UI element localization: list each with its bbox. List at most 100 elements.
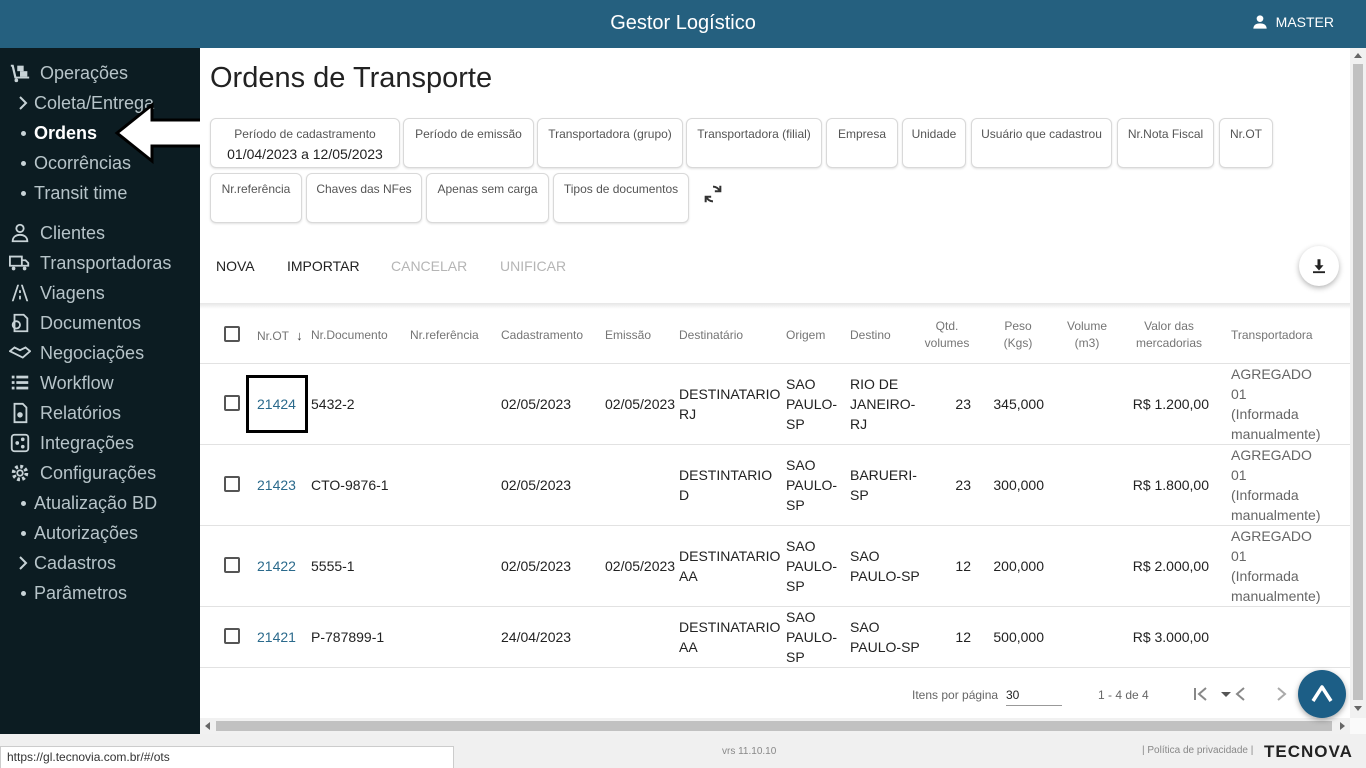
sidebar-item-cadastros[interactable]: Cadastros	[0, 549, 116, 577]
filter-label: Tipos de documentos	[563, 182, 679, 196]
col-header-volume[interactable]: Volume (m3)	[1062, 318, 1112, 352]
col-header-valor-mercadorias[interactable]: Valor das mercadorias	[1133, 318, 1205, 352]
ot-number-link[interactable]: 21423	[257, 475, 296, 495]
next-page-icon[interactable]	[1271, 684, 1291, 704]
cell-qtd-volumes: 12	[955, 629, 971, 645]
help-fab-button[interactable]	[1298, 670, 1346, 718]
sidebar-item-ocorrencias[interactable]: Ocorrências	[0, 149, 131, 177]
sidebar-item-label: Relatórios	[40, 402, 122, 423]
filter-empresa[interactable]: Empresa	[826, 118, 898, 168]
scroll-down-icon[interactable]	[1354, 706, 1362, 711]
scroll-left-icon[interactable]	[205, 722, 210, 730]
user-menu[interactable]: MASTER	[1252, 14, 1334, 30]
nova-button[interactable]: NOVA	[216, 258, 255, 274]
filter-nota-fiscal[interactable]: Nr.Nota Fiscal	[1117, 118, 1214, 168]
filter-label: Usuário que cadastrou	[981, 127, 1102, 141]
sidebar-item-autorizacoes[interactable]: Autorizações	[0, 519, 138, 547]
cell-origem: SAO PAULO- SP	[786, 609, 838, 665]
select-all-checkbox[interactable]	[224, 326, 240, 342]
gear-icon	[8, 461, 32, 485]
privacy-link[interactable]: | Política de privacidade |	[1142, 745, 1253, 756]
row-checkbox[interactable]	[224, 628, 240, 644]
col-header-transportadora[interactable]: Transportadora	[1231, 327, 1313, 344]
filter-label: Transportadora (filial)	[697, 127, 811, 141]
sidebar-item-operacoes[interactable]: Operações	[0, 59, 128, 87]
importar-button[interactable]: IMPORTAR	[287, 258, 360, 274]
dropdown-caret-icon[interactable]	[1221, 692, 1231, 697]
filter-usuario-cadastrou[interactable]: Usuário que cadastrou	[971, 118, 1112, 168]
items-per-page-select[interactable]: 30	[1006, 688, 1062, 706]
sidebar-item-relatorios[interactable]: Relatórios	[0, 399, 121, 427]
vertical-scrollbar[interactable]	[1350, 48, 1366, 718]
previous-page-icon[interactable]	[1231, 684, 1251, 704]
col-header-cadastramento[interactable]: Cadastramento	[501, 327, 583, 344]
col-header-nr-referencia[interactable]: Nr.referência	[410, 327, 479, 344]
filter-apenas-sem-carga[interactable]: Apenas sem carga	[426, 173, 549, 223]
first-page-icon[interactable]	[1191, 684, 1211, 704]
filter-value: 01/04/2023 a 12/05/2023	[227, 146, 383, 162]
scroll-right-icon[interactable]	[1340, 722, 1345, 730]
row-checkbox[interactable]	[224, 557, 240, 573]
sidebar-item-integracoes[interactable]: Integrações	[0, 429, 134, 457]
cell-peso: 300,000	[993, 477, 1044, 493]
chevron-right-icon	[16, 556, 30, 570]
refresh-icon[interactable]	[702, 183, 724, 205]
col-header-nr-ot[interactable]: Nr.OT ↓	[257, 327, 303, 345]
sidebar-item-transit-time[interactable]: Transit time	[0, 179, 127, 207]
filter-transportadora-filial[interactable]: Transportadora (filial)	[686, 118, 822, 168]
cancelar-button[interactable]: CANCELAR	[391, 258, 467, 274]
sidebar-item-documentos[interactable]: Documentos	[0, 309, 141, 337]
filter-periodo-cadastramento[interactable]: Período de cadastramento 01/04/2023 a 12…	[210, 118, 400, 168]
filter-tipos-documentos[interactable]: Tipos de documentos	[553, 173, 689, 223]
sidebar-item-ordens[interactable]: Ordens	[0, 119, 97, 147]
divider	[200, 303, 1350, 309]
sidebar-item-viagens[interactable]: Viagens	[0, 279, 105, 307]
unificar-button[interactable]: UNIFICAR	[500, 258, 566, 274]
annotation-arrow-icon	[114, 102, 211, 164]
scrollbar-thumb[interactable]	[216, 721, 1332, 731]
sidebar-item-label: Viagens	[40, 282, 105, 303]
status-bar-url: https://gl.tecnovia.com.br/#/ots	[0, 746, 454, 768]
sidebar-item-negociacoes[interactable]: Negociações	[0, 339, 144, 367]
cell-destino: BARUERI- SP	[850, 467, 917, 503]
sidebar-item-configuracoes[interactable]: Configurações	[0, 459, 156, 487]
filter-nr-ot[interactable]: Nr.OT	[1219, 118, 1273, 168]
row-checkbox[interactable]	[224, 395, 240, 411]
sidebar-item-label: Operações	[40, 62, 129, 83]
filter-nr-referencia[interactable]: Nr.referência	[210, 173, 302, 223]
sidebar-item-clientes[interactable]: Clientes	[0, 219, 105, 247]
col-header-nr-documento[interactable]: Nr.Documento	[311, 327, 388, 344]
ot-number-link[interactable]: 21422	[257, 556, 296, 576]
scrollbar-thumb[interactable]	[1353, 64, 1363, 700]
sidebar-item-label: Parâmetros	[34, 582, 128, 603]
filter-chaves-nfes[interactable]: Chaves das NFes	[306, 173, 422, 223]
bullet-icon	[16, 590, 30, 596]
col-header-destino[interactable]: Destino	[850, 327, 891, 344]
user-name: MASTER	[1275, 14, 1334, 30]
sidebar-item-atualizacao-bd[interactable]: Atualização BD	[0, 489, 157, 517]
col-header-peso[interactable]: Peso (Kgs)	[995, 318, 1041, 352]
cell-emissao: 02/05/2023	[605, 558, 676, 574]
scroll-up-icon[interactable]	[1354, 53, 1362, 58]
filter-periodo-emissao[interactable]: Período de emissão	[403, 118, 534, 168]
row-checkbox[interactable]	[224, 476, 240, 492]
cell-valor: R$ 2.000,00	[1132, 558, 1209, 574]
filter-transportadora-grupo[interactable]: Transportadora (grupo)	[537, 118, 683, 168]
bullet-icon	[16, 160, 30, 166]
road-icon	[8, 281, 32, 305]
download-button[interactable]	[1299, 246, 1339, 286]
col-header-qtd-volumes[interactable]: Qtd. volumes	[922, 318, 972, 352]
cell-qtd-volumes: 23	[955, 477, 971, 493]
col-header-origem[interactable]: Origem	[786, 327, 825, 344]
documents-icon	[8, 311, 32, 335]
col-header-destinatario[interactable]: Destinatário	[679, 327, 743, 344]
sidebar-item-label: Autorizações	[34, 522, 139, 543]
sidebar-item-workflow[interactable]: Workflow	[0, 369, 114, 397]
horizontal-scrollbar[interactable]	[200, 718, 1350, 734]
filter-unidade[interactable]: Unidade	[902, 118, 966, 168]
ot-number-link[interactable]: 21421	[257, 627, 296, 647]
cell-nr-documento: 5555-1	[311, 558, 355, 574]
col-header-emissao[interactable]: Emissão	[605, 327, 651, 344]
sidebar-item-transportadoras[interactable]: Transportadoras	[0, 249, 171, 277]
sidebar-item-parametros[interactable]: Parâmetros	[0, 579, 127, 607]
